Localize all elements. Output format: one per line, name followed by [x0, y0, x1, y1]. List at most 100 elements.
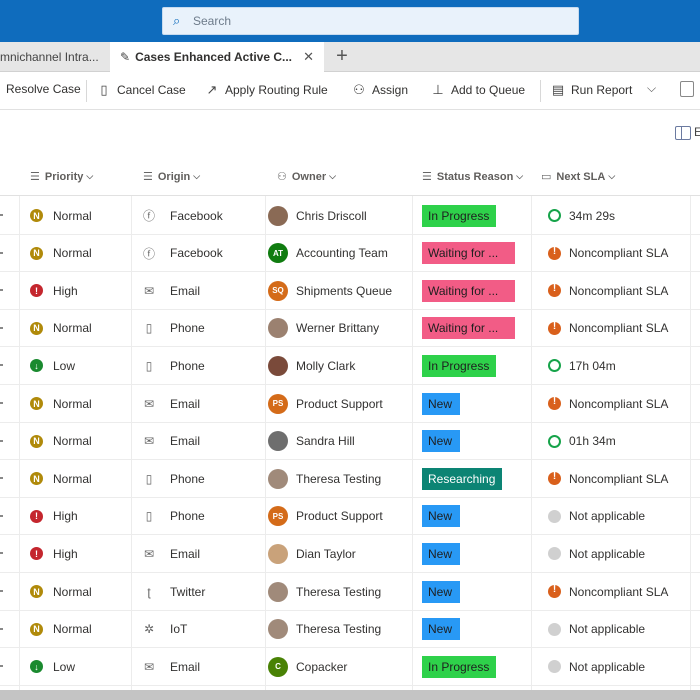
cancel-case-button[interactable]: ▯ Cancel Case: [97, 82, 185, 98]
chevron-down-icon[interactable]: ⌵: [647, 81, 656, 96]
sla-value: 34m 29s: [569, 208, 616, 223]
table-row[interactable]: N Normal ʈ Twitter Theresa Testing New Noncomp…: [0, 573, 700, 611]
close-icon[interactable]: ✕: [303, 49, 314, 65]
table-row[interactable]: N Normal ▯ Phone Werner Brittany Waiting for …: [0, 310, 700, 348]
status-badge: Researching: [422, 467, 502, 490]
row-selector[interactable]: [0, 627, 3, 630]
owner-link[interactable]: Theresa Testing: [296, 585, 381, 599]
table-row[interactable]: N Normal ✉ Email Sandra Hill New 01h 34m: [0, 423, 700, 461]
column-header-status-reason[interactable]: ☰ Status Reason ⌵: [422, 170, 523, 184]
owner-link[interactable]: Accounting Team: [296, 246, 388, 260]
row-selector[interactable]: [0, 665, 3, 668]
origin-cell: ▯ Phone: [142, 460, 205, 497]
row-selector[interactable]: [0, 439, 3, 442]
priority-icon: N: [30, 472, 43, 486]
column-header-origin[interactable]: ☰ Origin ⌵: [143, 170, 200, 184]
row-selector[interactable]: [0, 251, 3, 254]
priority-value: Low: [53, 358, 76, 373]
owner-link[interactable]: Theresa Testing: [296, 622, 381, 636]
owner-link[interactable]: Product Support: [296, 509, 383, 523]
assign-button[interactable]: ⚇ Assign: [352, 82, 408, 98]
add-to-queue-button[interactable]: ⊥ Add to Queue: [431, 82, 525, 98]
row-selector[interactable]: [0, 326, 3, 329]
table-row[interactable]: ↓ Low ✉ Email C Copacker In Progress Not applic…: [0, 648, 700, 686]
owner-cell[interactable]: Theresa Testing: [268, 460, 381, 497]
owner-cell[interactable]: AT Accounting Team: [268, 235, 388, 272]
owner-cell[interactable]: Dian Taylor: [268, 535, 356, 572]
divider: [540, 80, 541, 102]
owner-cell[interactable]: Sandra Hill: [268, 423, 355, 460]
status-badge: Waiting for ...: [422, 242, 515, 265]
run-report-button[interactable]: ▤ Run Report: [551, 82, 633, 98]
owner-link[interactable]: Shipments Queue: [296, 284, 392, 298]
origin-cell: ʈ Twitter: [142, 573, 205, 610]
table-row[interactable]: N Normal ✉ Email PS Product Support New Noncomp…: [0, 385, 700, 423]
queue-icon: ⊥: [432, 82, 444, 97]
status-badge: Waiting for ...: [422, 317, 515, 340]
more-commands-icon[interactable]: [680, 81, 694, 97]
owner-link[interactable]: Molly Clark: [296, 359, 355, 373]
owner-link[interactable]: Werner Brittany: [296, 321, 379, 335]
owner-link[interactable]: Copacker: [296, 660, 347, 674]
priority-value: Normal: [53, 622, 92, 637]
sla-value: Not applicable: [569, 659, 646, 674]
row-selector[interactable]: [0, 364, 3, 367]
table-row[interactable]: N Normal ✲ IoT Theresa Testing New Not applica…: [0, 611, 700, 649]
divider: [86, 80, 87, 102]
row-selector[interactable]: [0, 552, 3, 555]
row-selector[interactable]: [0, 477, 3, 480]
owner-cell[interactable]: SQ Shipments Queue: [268, 272, 392, 309]
owner-link[interactable]: Product Support: [296, 397, 383, 411]
avatar: [268, 355, 288, 376]
row-selector[interactable]: [0, 402, 3, 404]
avatar: SQ: [268, 280, 288, 301]
search-input[interactable]: ⌕ Search: [162, 7, 579, 35]
table-row[interactable]: N Normal ▯ Phone Theresa Testing Researching N…: [0, 460, 700, 498]
origin-value: Phone: [170, 471, 205, 486]
owner-cell[interactable]: Chris Driscoll: [268, 197, 367, 234]
origin-cell: ✉ Email: [142, 535, 200, 572]
view-selector-icon[interactable]: [675, 126, 691, 140]
view-selector-label[interactable]: E: [694, 125, 700, 139]
table-row[interactable]: N Normal ⓕ Facebook Chris Driscoll In Progres…: [0, 197, 700, 235]
table-row[interactable]: ! High ✉ Email SQ Shipments Queue Waiting for …: [0, 272, 700, 310]
column-header-owner[interactable]: ⚇ Owner ⌵: [277, 170, 336, 184]
table-row[interactable]: ! High ✉ Email Dian Taylor New Not applicable: [0, 535, 700, 573]
table-row[interactable]: ↓ Low ▯ Phone Molly Clark In Progress 17h 04m: [0, 347, 700, 385]
row-selector[interactable]: [0, 214, 3, 216]
column-header-priority[interactable]: ☰ Priority ⌵: [30, 170, 94, 184]
owner-cell[interactable]: Werner Brittany: [268, 310, 379, 347]
owner-cell[interactable]: PS Product Support: [268, 498, 383, 535]
owner-link[interactable]: Sandra Hill: [296, 434, 355, 448]
owner-link[interactable]: Chris Driscoll: [296, 209, 367, 223]
tab-omnichannel[interactable]: mnichannel Intra...: [0, 42, 108, 72]
row-selector[interactable]: [0, 590, 3, 592]
tab-cases-enhanced-active[interactable]: ✎ Cases Enhanced Active C... ✕: [110, 42, 324, 72]
apply-routing-rule-button[interactable]: ↗ Apply Routing Rule: [205, 82, 328, 98]
priority-cell: ↓ Low: [30, 648, 75, 685]
resolve-case-button[interactable]: Resolve Case: [6, 82, 81, 96]
status-reason-cell: Researching: [422, 460, 502, 497]
chevron-down-icon: ⌵: [86, 171, 94, 181]
owner-link[interactable]: Theresa Testing: [296, 472, 381, 486]
origin-cell: ✉ Email: [142, 423, 200, 460]
status-badge: New: [422, 580, 460, 603]
pencil-icon: ✎: [120, 50, 131, 64]
owner-cell[interactable]: Theresa Testing: [268, 573, 381, 610]
horizontal-scrollbar[interactable]: [0, 690, 700, 700]
owner-cell[interactable]: Molly Clark: [268, 347, 355, 384]
table-row[interactable]: N Normal ⓕ Facebook AT Accounting Team Waiting…: [0, 235, 700, 273]
next-sla-cell: Noncompliant SLA: [548, 460, 668, 497]
row-selector[interactable]: [0, 514, 3, 517]
owner-link[interactable]: Dian Taylor: [296, 547, 356, 561]
next-sla-cell: 34m 29s: [548, 197, 615, 234]
owner-cell[interactable]: PS Product Support: [268, 385, 383, 422]
next-sla-cell: Not applicable: [548, 498, 645, 535]
owner-cell[interactable]: Theresa Testing: [268, 611, 381, 648]
table-row[interactable]: ! High ▯ Phone PS Product Support New Not appli…: [0, 498, 700, 536]
column-header-next-sla[interactable]: ▭ Next SLA ⌵: [541, 170, 615, 184]
new-tab-button[interactable]: +: [330, 45, 354, 69]
run-report-label: Run Report: [571, 83, 633, 97]
row-selector[interactable]: [0, 289, 3, 292]
owner-cell[interactable]: C Copacker: [268, 648, 347, 685]
